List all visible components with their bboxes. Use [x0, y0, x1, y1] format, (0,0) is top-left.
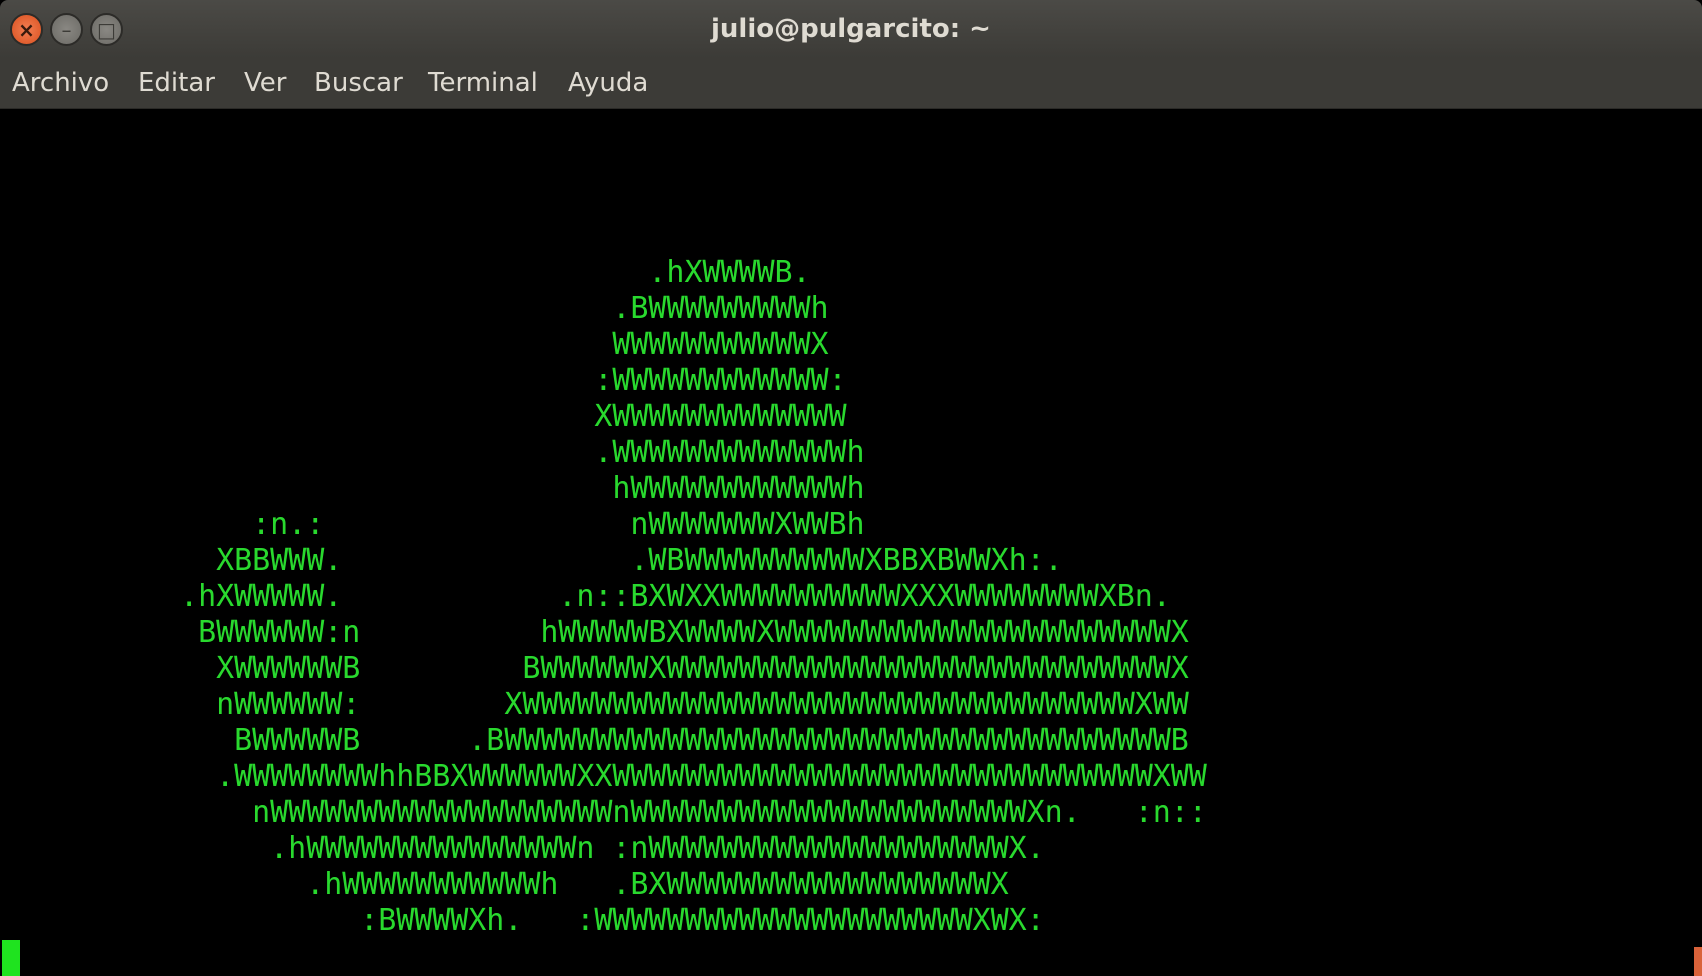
terminal-line: .WWWWWWWWhhBBXWWWWWWXXWWWWWWWWWWWWWWWWWW… [0, 759, 1207, 794]
terminal-line: nWWWWWWWWWWWWWWWWWWWnWWWWWWWWWWWWWWWWWWW… [0, 795, 1207, 830]
terminal-line: BWWWWWB .BWWWWWWWWWWWWWWWWWWWWWWWWWWWWWW… [0, 723, 1189, 758]
ascii-art: .hXWWWWB. .BWWWWWWWWWh WWWWWWWWWWWX :WWW… [0, 255, 1207, 939]
terminal-line: XWWWWWWB BWWWWWWXWWWWWWWWWWWWWWWWWWWWWWW… [0, 651, 1189, 686]
menu-buscar[interactable]: Buscar [314, 68, 403, 98]
text-cursor [2, 940, 20, 976]
menu-archivo[interactable]: Archivo [12, 68, 109, 98]
terminal-window: × – □ julio@pulgarcito: ~ Archivo Editar… [0, 0, 1702, 976]
terminal-line: BWWWWWW:n hWWWWWBXWWWWXWWWWWWWWWWWWWWWWW… [0, 615, 1189, 650]
menu-editar[interactable]: Editar [138, 68, 215, 98]
terminal-output[interactable]: .hXWWWWB. .BWWWWWWWWWh WWWWWWWWWWWX :WWW… [0, 109, 1702, 976]
terminal-line: XWWWWWWWWWWWWW [0, 399, 847, 434]
terminal-line: .hXWWWWB. [0, 255, 811, 290]
menu-terminal[interactable]: Terminal [428, 68, 538, 98]
title-bar[interactable]: × – □ julio@pulgarcito: ~ [0, 0, 1702, 58]
menu-bar: Archivo Editar Ver Buscar Terminal Ayuda [0, 58, 1702, 109]
window-title: julio@pulgarcito: ~ [711, 14, 991, 44]
terminal-line: hWWWWWWWWWWWWh [0, 471, 865, 506]
scrollbar-thumb[interactable] [1694, 947, 1702, 976]
terminal-line: WWWWWWWWWWWX [0, 327, 829, 362]
menu-ayuda[interactable]: Ayuda [568, 68, 648, 98]
terminal-line: :n.: nWWWWWWWXWWBh [0, 507, 865, 542]
terminal-line: .hWWWWWWWWWWWh .BXWWWWWWWWWWWWWWWWWWX [0, 867, 1009, 902]
terminal-line: XBBWWW. .WBWWWWWWWWWWXBBXBWWXh:. [0, 543, 1063, 578]
terminal-line: .BWWWWWWWWWh [0, 291, 829, 326]
terminal-line: :WWWWWWWWWWWW: [0, 363, 847, 398]
terminal-line: .hXWWWWW. .n::BXWXXWWWWWWWWWWXXXWWWWWWWW… [0, 579, 1171, 614]
menu-ver[interactable]: Ver [244, 68, 286, 98]
terminal-line: nWWWWWW: XWWWWWWWWWWWWWWWWWWWWWWWWWWWWWW… [0, 687, 1189, 722]
terminal-line: :BWWWWXh. :WWWWWWWWWWWWWWWWWWWWWXWX: [0, 903, 1045, 938]
terminal-line: .hWWWWWWWWWWWWWWWn :nWWWWWWWWWWWWWWWWWWW… [0, 831, 1045, 866]
terminal-line: .WWWWWWWWWWWWWh [0, 435, 865, 470]
